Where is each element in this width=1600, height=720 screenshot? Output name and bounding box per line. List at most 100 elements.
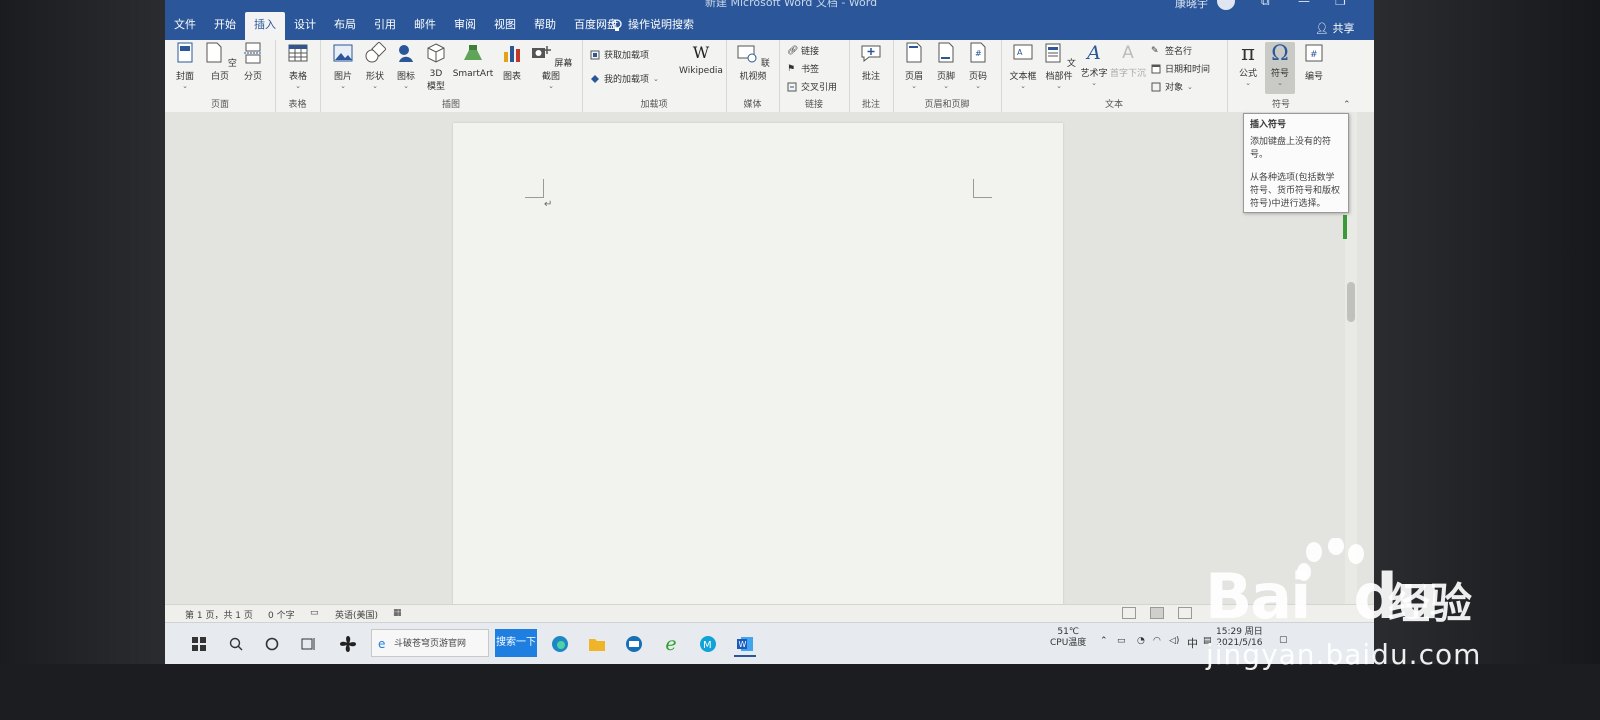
omega-icon: Ω bbox=[1271, 41, 1289, 65]
wikipedia-button[interactable]: W Wikipedia bbox=[678, 42, 724, 76]
edge-icon[interactable] bbox=[549, 633, 571, 655]
group-header-footer: 页眉 ⌄ 页脚 ⌄ # 页码 ⌄ 页眉和页脚 bbox=[893, 40, 1002, 112]
cross-reference-icon bbox=[787, 82, 797, 91]
word-app-icon[interactable]: W bbox=[734, 633, 756, 657]
shapes-button[interactable]: 形状 ⌄ bbox=[360, 41, 390, 90]
print-layout-button[interactable] bbox=[1150, 607, 1164, 619]
app-m-icon[interactable]: M bbox=[697, 633, 719, 655]
online-video-button[interactable]: 联机视频 bbox=[732, 42, 774, 82]
remote-desktop-icon[interactable] bbox=[623, 633, 645, 655]
collapse-ribbon-icon[interactable]: ⌃ bbox=[1343, 100, 1351, 110]
taskbar: e 斗破苍穹页游官网 搜索一下 e M W 51℃ CPU温度 ⌃ ▭ ◔ ◠ … bbox=[165, 622, 1374, 664]
cross-reference-button[interactable]: 交叉引用 bbox=[787, 80, 837, 93]
read-mode-button[interactable] bbox=[1122, 607, 1136, 619]
tab-review[interactable]: 审阅 bbox=[445, 12, 485, 40]
ribbon-tabs: 文件 开始 插入 设计 布局 引用 邮件 审阅 视图 帮助 百度网盘 bbox=[165, 12, 627, 40]
link-button[interactable]: 🔗︎ 链接 bbox=[787, 44, 819, 58]
blank-page-button[interactable]: 空白页 bbox=[203, 42, 237, 82]
tab-references[interactable]: 引用 bbox=[365, 12, 405, 40]
group-label-symbols: 符号 bbox=[1271, 100, 1290, 110]
bookmark-icon: ⚑ bbox=[787, 63, 796, 74]
header-button[interactable]: 页眉 ⌄ bbox=[899, 42, 929, 90]
screenshot-button[interactable]: 屏幕截图 ⌄ bbox=[528, 42, 574, 90]
drop-cap-button[interactable]: A 首字下沉 bbox=[1109, 42, 1147, 79]
volume-icon[interactable]: ◁) bbox=[1169, 636, 1179, 646]
comment-icon bbox=[861, 45, 881, 63]
tab-mailings[interactable]: 邮件 bbox=[405, 12, 445, 40]
fan-app-icon[interactable] bbox=[337, 633, 359, 655]
scrollbar-thumb[interactable] bbox=[1347, 282, 1355, 322]
taskbar-search-input[interactable]: e 斗破苍穹页游官网 bbox=[371, 629, 489, 657]
share-button[interactable]: 👤︎ 共享 bbox=[1315, 20, 1354, 36]
equation-button[interactable]: π 公式 ⌄ bbox=[1233, 42, 1263, 87]
symbol-button[interactable]: Ω 符号 ⌄ bbox=[1265, 42, 1295, 94]
picture-icon bbox=[333, 44, 353, 62]
new-comment-button[interactable]: 批注 bbox=[857, 42, 885, 82]
input-method-indicator[interactable]: 中 bbox=[1187, 635, 1198, 651]
tab-home[interactable]: 开始 bbox=[205, 12, 245, 40]
get-addins-button[interactable]: 获取加载项 bbox=[590, 48, 649, 61]
svg-text:#: # bbox=[975, 49, 982, 58]
restore-icon[interactable]: ❐ bbox=[1335, 0, 1346, 8]
avatar[interactable] bbox=[1217, 0, 1235, 10]
3d-models-button[interactable]: 3D 模型 bbox=[422, 42, 450, 92]
table-icon bbox=[288, 44, 308, 62]
search-icon[interactable] bbox=[225, 633, 247, 655]
text-box-button[interactable]: A 文本框 ⌄ bbox=[1007, 42, 1039, 90]
chart-button[interactable]: 图表 bbox=[498, 42, 526, 82]
task-view-icon[interactable] bbox=[298, 633, 320, 655]
web-layout-button[interactable] bbox=[1178, 607, 1192, 619]
windows-start-icon[interactable] bbox=[188, 633, 210, 655]
store-icon bbox=[590, 50, 600, 59]
number-button[interactable]: # 编号 bbox=[1299, 42, 1329, 82]
monitor-bezel-left bbox=[0, 0, 165, 720]
word-count[interactable]: 0 个字 bbox=[268, 608, 295, 621]
wordart-button[interactable]: A 艺术字 ⌄ bbox=[1079, 42, 1109, 87]
cortana-icon[interactable] bbox=[261, 633, 283, 655]
person-icon: 👤︎ bbox=[1315, 22, 1329, 35]
bookmark-button[interactable]: ⚑ 书签 bbox=[787, 62, 819, 76]
battery-icon[interactable]: ▭ bbox=[1117, 636, 1126, 646]
tab-insert[interactable]: 插入 bbox=[245, 12, 285, 40]
page-break-icon bbox=[244, 42, 262, 64]
tab-layout[interactable]: 布局 bbox=[325, 12, 365, 40]
minimize-icon[interactable]: — bbox=[1298, 0, 1310, 8]
ie-browser-icon[interactable]: e bbox=[660, 633, 682, 655]
group-label-header-footer: 页眉和页脚 bbox=[924, 100, 970, 110]
tab-file[interactable]: 文件 bbox=[165, 12, 205, 40]
cpu-temperature[interactable]: 51℃ CPU温度 bbox=[1050, 627, 1086, 649]
icons-button[interactable]: 图标 ⌄ bbox=[392, 42, 420, 90]
language-status[interactable]: 英语(美国) bbox=[335, 608, 378, 621]
wifi-icon[interactable]: ◠ bbox=[1153, 636, 1161, 646]
quick-parts-button[interactable]: 文档部件 ⌄ bbox=[1041, 42, 1077, 90]
ribbon-display-icon[interactable]: ⧉ bbox=[1261, 0, 1270, 9]
svg-text:M: M bbox=[703, 640, 712, 651]
file-explorer-icon[interactable] bbox=[586, 633, 608, 655]
taskbar-search-button[interactable]: 搜索一下 bbox=[495, 629, 537, 657]
footer-button[interactable]: 页脚 ⌄ bbox=[931, 42, 961, 90]
table-button[interactable]: 表格 ⌄ bbox=[283, 42, 313, 90]
tab-help[interactable]: 帮助 bbox=[525, 12, 565, 40]
show-hidden-icons[interactable]: ⌃ bbox=[1100, 636, 1108, 646]
smartart-button[interactable]: SmartArt bbox=[450, 42, 496, 79]
macro-icon[interactable]: ▦ bbox=[393, 608, 402, 618]
pictures-button[interactable]: 图片 ⌄ bbox=[328, 42, 358, 90]
tell-me-search[interactable]: 操作说明搜索 bbox=[612, 12, 694, 38]
network-icon[interactable]: ◔ bbox=[1137, 636, 1145, 646]
user-name[interactable]: 康晓宇 bbox=[1175, 0, 1208, 11]
cover-page-button[interactable]: 封面 ⌄ bbox=[171, 42, 199, 90]
cover-page-icon bbox=[177, 42, 193, 63]
tab-view[interactable]: 视图 bbox=[485, 12, 525, 40]
document-page[interactable]: ↵ bbox=[453, 123, 1063, 604]
svg-text:A: A bbox=[1017, 48, 1023, 57]
page-number-button[interactable]: # 页码 ⌄ bbox=[963, 42, 993, 90]
proofing-icon[interactable]: ▭ bbox=[310, 608, 319, 618]
my-addins-button[interactable]: 我的加载项 ⌄ bbox=[590, 72, 659, 85]
tab-design[interactable]: 设计 bbox=[285, 12, 325, 40]
object-button[interactable]: 对象 ⌄ bbox=[1151, 80, 1193, 93]
page-break-button[interactable]: 分页 bbox=[239, 42, 267, 82]
wikipedia-icon: W bbox=[692, 43, 710, 62]
date-time-button[interactable]: 日期和时间 bbox=[1151, 62, 1210, 75]
signature-line-button[interactable]: ✎ 签名行 bbox=[1151, 44, 1192, 58]
page-count[interactable]: 第 1 页，共 1 页 bbox=[185, 608, 253, 621]
